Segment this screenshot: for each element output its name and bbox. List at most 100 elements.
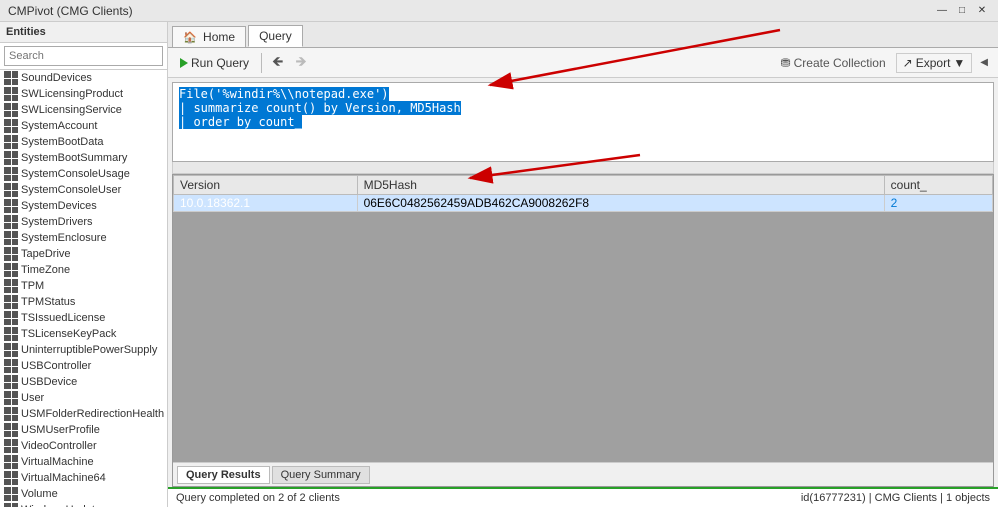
results-area: Version MD5Hash count_ 10.0.18362.1 06E6… xyxy=(172,174,994,487)
sidebar-item[interactable]: TPMStatus xyxy=(0,294,167,310)
sidebar-item[interactable]: TPM xyxy=(0,278,167,294)
play-icon xyxy=(180,58,188,68)
entity-grid-icon xyxy=(4,263,18,277)
minimize-button[interactable]: — xyxy=(934,3,950,19)
forward-button[interactable]: 🡺 xyxy=(291,49,310,77)
entity-grid-icon xyxy=(4,199,18,213)
sidebar-item[interactable]: VirtualMachine xyxy=(0,454,167,470)
sidebar-list[interactable]: SoundDevices SWLicensingProduct SWLicens… xyxy=(0,70,167,507)
sidebar-item[interactable]: USBController xyxy=(0,358,167,374)
sidebar-item[interactable]: USBDevice xyxy=(0,374,167,390)
create-collection-button[interactable]: ⛃ Create Collection xyxy=(775,54,892,72)
sidebar-item[interactable]: SystemEnclosure xyxy=(0,230,167,246)
close-button[interactable]: ✕ xyxy=(974,3,990,19)
query-selected-text-2: | summarize count() by Version, MD5Hash xyxy=(179,101,461,115)
entity-grid-icon xyxy=(4,295,18,309)
entity-grid-icon xyxy=(4,439,18,453)
sidebar-item-label: USMUserProfile xyxy=(21,424,100,436)
sidebar-item[interactable]: Volume xyxy=(0,486,167,502)
col-version: Version xyxy=(174,176,358,195)
sidebar-item-label: SoundDevices xyxy=(21,72,92,84)
sidebar-item-label: VideoController xyxy=(21,440,97,452)
sidebar-item-label: SWLicensingService xyxy=(21,104,122,116)
entity-grid-icon xyxy=(4,247,18,261)
entity-grid-icon xyxy=(4,455,18,469)
results-table-container[interactable]: Version MD5Hash count_ 10.0.18362.1 06E6… xyxy=(173,175,993,462)
sidebar-item[interactable]: SystemConsoleUsage xyxy=(0,166,167,182)
titlebar-title: CMPivot (CMG Clients) xyxy=(8,4,133,18)
entity-grid-icon xyxy=(4,103,18,117)
entity-grid-icon xyxy=(4,343,18,357)
sidebar-item-label: SystemBootSummary xyxy=(21,152,127,164)
back-button[interactable]: 🡸 xyxy=(268,49,287,77)
run-query-button[interactable]: Run Query xyxy=(174,54,255,72)
export-dropdown-icon: ▼ xyxy=(953,56,965,70)
main-container: Entities SoundDevices SWLicensingProduct… xyxy=(0,22,998,507)
forward-icon: 🡺 xyxy=(295,53,306,69)
sidebar-item[interactable]: SWLicensingProduct xyxy=(0,86,167,102)
query-line-1: File('%windir%\\notepad.exe') xyxy=(179,87,987,101)
entity-grid-icon xyxy=(4,359,18,373)
toolbar: Run Query 🡸 🡺 ⛃ Create Collection ↗ Expo… xyxy=(168,48,998,78)
toolbar-collapse-button[interactable]: ◀ xyxy=(976,55,992,70)
sidebar-item[interactable]: TapeDrive xyxy=(0,246,167,262)
sidebar-item[interactable]: SWLicensingService xyxy=(0,102,167,118)
sidebar-item[interactable]: UninterruptiblePowerSupply xyxy=(0,342,167,358)
sidebar-item-label: TapeDrive xyxy=(21,248,71,260)
sidebar-item[interactable]: SystemBootData xyxy=(0,134,167,150)
sidebar-item-label: TimeZone xyxy=(21,264,70,276)
maximize-button[interactable]: □ xyxy=(954,3,970,19)
col-md5hash: MD5Hash xyxy=(357,176,884,195)
sidebar-item[interactable]: TSLicenseKeyPack xyxy=(0,326,167,342)
sidebar-item-label: SystemAccount xyxy=(21,120,97,132)
tab-query-summary[interactable]: Query Summary xyxy=(272,466,370,484)
home-icon: 🏠 xyxy=(183,32,197,44)
sidebar-item-label: TSIssuedLicense xyxy=(21,312,105,324)
sidebar-item[interactable]: VirtualMachine64 xyxy=(0,470,167,486)
sidebar-item[interactable]: WindowsUpdate xyxy=(0,502,167,507)
statusbar: Query completed on 2 of 2 clients id(167… xyxy=(168,487,998,507)
sidebar-item[interactable]: SystemBootSummary xyxy=(0,150,167,166)
query-editor[interactable]: File('%windir%\\notepad.exe') | summariz… xyxy=(172,82,994,162)
sidebar-item-label: SystemBootData xyxy=(21,136,104,148)
toolbar-divider-1 xyxy=(261,53,262,73)
query-selected-text-3: | order by count_ xyxy=(179,115,302,129)
sidebar-item-label: TPM xyxy=(21,280,44,292)
tab-home[interactable]: 🏠 Home xyxy=(172,26,246,47)
table-row[interactable]: 10.0.18362.1 06E6C0482562459ADB462CA9008… xyxy=(174,195,993,212)
sidebar-item-label: TPMStatus xyxy=(21,296,75,308)
sidebar-item[interactable]: TSIssuedLicense xyxy=(0,310,167,326)
search-input[interactable] xyxy=(4,46,163,66)
sidebar-item[interactable]: SoundDevices xyxy=(0,70,167,86)
sidebar-item[interactable]: SystemDevices xyxy=(0,198,167,214)
status-left: Query completed on 2 of 2 clients xyxy=(176,492,340,504)
sidebar-item[interactable]: VideoController xyxy=(0,438,167,454)
sidebar-item[interactable]: USMFolderRedirectionHealth xyxy=(0,406,167,422)
cell-count[interactable]: 2 xyxy=(884,195,992,212)
export-arrow-icon: ↗ xyxy=(903,56,913,70)
sidebar-item[interactable]: SystemAccount xyxy=(0,118,167,134)
sidebar-item[interactable]: SystemConsoleUser xyxy=(0,182,167,198)
export-button[interactable]: ↗ Export ▼ xyxy=(896,53,973,73)
tab-query[interactable]: Query xyxy=(248,25,303,47)
entity-grid-icon xyxy=(4,215,18,229)
sidebar-item[interactable]: TimeZone xyxy=(0,262,167,278)
horizontal-scrollbar[interactable] xyxy=(172,162,994,174)
tab-query-results[interactable]: Query Results xyxy=(177,466,270,484)
tab-home-label: Home xyxy=(203,30,235,44)
entity-grid-icon xyxy=(4,327,18,341)
status-right: id(16777231) | CMG Clients | 1 objects xyxy=(801,492,990,504)
sidebar-search-container xyxy=(0,43,167,70)
entity-grid-icon xyxy=(4,311,18,325)
sidebar-item[interactable]: SystemDrivers xyxy=(0,214,167,230)
sidebar-item-label: SystemEnclosure xyxy=(21,232,107,244)
sidebar-item-label: UninterruptiblePowerSupply xyxy=(21,344,157,356)
query-line-2: | summarize count() by Version, MD5Hash xyxy=(179,101,987,115)
sidebar-item[interactable]: USMUserProfile xyxy=(0,422,167,438)
entity-grid-icon xyxy=(4,407,18,421)
sidebar-header: Entities xyxy=(0,22,167,43)
sidebar-item[interactable]: User xyxy=(0,390,167,406)
entity-grid-icon xyxy=(4,423,18,437)
entity-grid-icon xyxy=(4,119,18,133)
sidebar-item-label: VirtualMachine xyxy=(21,456,94,468)
